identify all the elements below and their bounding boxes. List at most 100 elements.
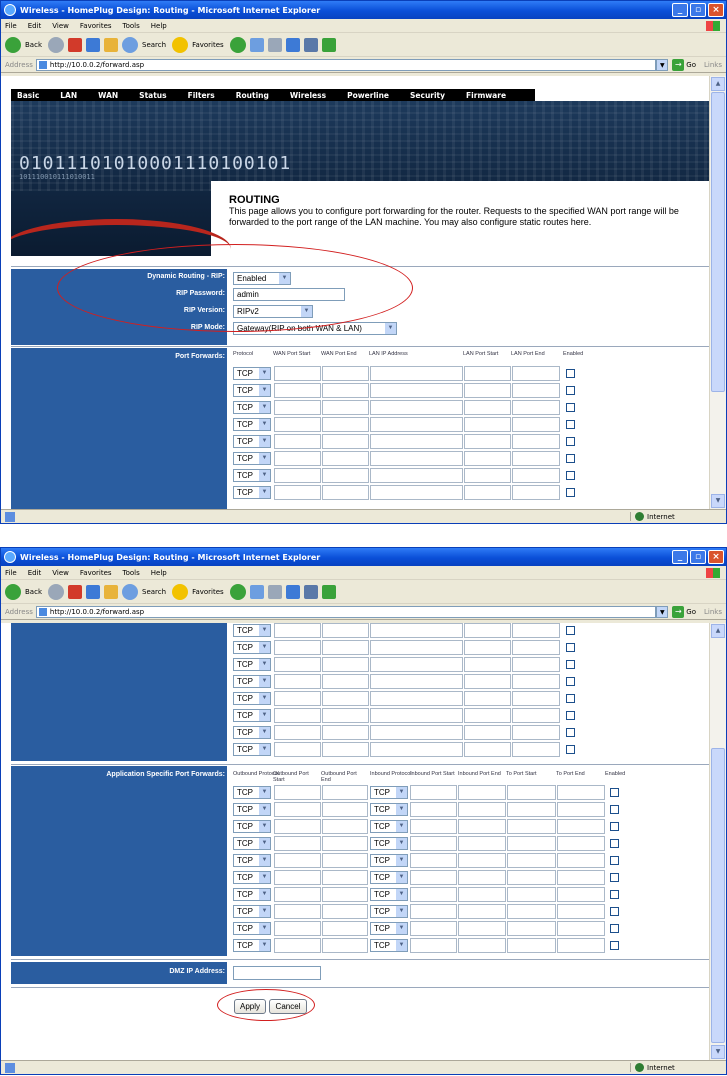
home-icon[interactable] — [104, 37, 118, 52]
pf-protocol-select[interactable]: TCP ▼ — [233, 401, 271, 414]
nav-item-wireless[interactable]: Wireless — [290, 91, 326, 100]
af-out-protocol-select[interactable]: TCP ▼ — [233, 854, 271, 867]
links-label[interactable]: Links — [704, 608, 722, 616]
favorites-label[interactable]: Favorites — [192, 588, 224, 596]
pf-cont-lan-end-input[interactable] — [512, 725, 560, 740]
af-in-protocol-select[interactable]: TCP ▼ — [370, 871, 408, 884]
refresh-icon[interactable] — [86, 37, 100, 52]
af-enabled-checkbox[interactable] — [610, 822, 619, 831]
af-out-end-input[interactable] — [322, 921, 368, 936]
pf-wan-start-input[interactable] — [274, 451, 321, 466]
chevron-down-icon[interactable]: ▼ — [259, 727, 270, 738]
home-icon[interactable] — [104, 584, 118, 599]
pf-cont-wan-end-input[interactable] — [322, 657, 369, 672]
pf-cont-enabled-checkbox[interactable] — [566, 728, 575, 737]
pf-cont-wan-start-input[interactable] — [274, 708, 321, 723]
maximize-button[interactable]: ▫ — [690, 3, 706, 17]
af-in-start-input[interactable] — [410, 938, 457, 953]
address-input[interactable]: http://10.0.0.2/forward.asp — [35, 605, 657, 618]
nav-item-filters[interactable]: Filters — [188, 91, 215, 100]
pf-cont-protocol-select[interactable]: TCP ▼ — [233, 709, 271, 722]
chevron-down-icon[interactable]: ▼ — [259, 487, 270, 498]
af-enabled-checkbox[interactable] — [610, 941, 619, 950]
pf-wan-end-input[interactable] — [322, 417, 369, 432]
af-out-end-input[interactable] — [322, 887, 368, 902]
maximize-button[interactable]: ▫ — [690, 550, 706, 564]
menu-edit[interactable]: Edit — [28, 569, 42, 577]
chevron-down-icon[interactable]: ▼ — [259, 710, 270, 721]
pf-cont-lan-end-input[interactable] — [512, 674, 560, 689]
pf-protocol-select[interactable]: TCP ▼ — [233, 384, 271, 397]
af-to-end-input[interactable] — [557, 921, 605, 936]
close-button[interactable]: × — [708, 550, 724, 564]
mail-icon[interactable] — [249, 37, 264, 52]
pf-cont-protocol-select[interactable]: TCP ▼ — [233, 624, 271, 637]
pf-wan-start-input[interactable] — [274, 383, 321, 398]
af-in-start-input[interactable] — [410, 904, 457, 919]
nav-item-firmware[interactable]: Firmware — [466, 91, 506, 100]
scroll-thumb[interactable] — [711, 92, 725, 392]
nav-item-wan[interactable]: WAN — [98, 91, 118, 100]
pf-cont-lan-ip-input[interactable] — [370, 640, 463, 655]
chevron-down-icon[interactable]: ▼ — [259, 642, 270, 653]
af-in-end-input[interactable] — [458, 921, 506, 936]
edit-icon[interactable] — [285, 37, 300, 52]
chevron-down-icon[interactable]: ▼ — [396, 940, 407, 951]
af-in-start-input[interactable] — [410, 887, 457, 902]
pf-protocol-select[interactable]: TCP ▼ — [233, 418, 271, 431]
pf-cont-lan-ip-input[interactable] — [370, 708, 463, 723]
af-in-end-input[interactable] — [458, 870, 506, 885]
af-in-start-input[interactable] — [410, 853, 457, 868]
af-to-start-input[interactable] — [507, 938, 556, 953]
af-in-end-input[interactable] — [458, 802, 506, 817]
chevron-down-icon[interactable]: ▼ — [259, 923, 270, 934]
pf-cont-protocol-select[interactable]: TCP ▼ — [233, 743, 271, 756]
pf-wan-start-input[interactable] — [274, 434, 321, 449]
af-to-end-input[interactable] — [557, 870, 605, 885]
af-to-start-input[interactable] — [507, 802, 556, 817]
nav-item-status[interactable]: Status — [139, 91, 166, 100]
pf-cont-wan-start-input[interactable] — [274, 691, 321, 706]
forward-icon[interactable] — [48, 36, 64, 53]
discuss-icon[interactable] — [303, 37, 318, 52]
pf-cont-enabled-checkbox[interactable] — [566, 643, 575, 652]
af-out-start-input[interactable] — [274, 836, 321, 851]
af-in-protocol-select[interactable]: TCP ▼ — [370, 786, 408, 799]
nav-item-routing[interactable]: Routing — [236, 91, 269, 100]
pf-cont-lan-start-input[interactable] — [464, 623, 511, 638]
rip-password-input[interactable]: admin — [233, 288, 345, 301]
af-out-end-input[interactable] — [322, 904, 368, 919]
pf-cont-enabled-checkbox[interactable] — [566, 745, 575, 754]
pf-cont-wan-end-input[interactable] — [322, 623, 369, 638]
menu-file[interactable]: File — [5, 569, 17, 577]
af-out-start-input[interactable] — [274, 870, 321, 885]
af-in-end-input[interactable] — [458, 785, 506, 800]
af-out-protocol-select[interactable]: TCP ▼ — [233, 820, 271, 833]
chevron-down-icon[interactable]: ▼ — [396, 787, 407, 798]
discuss-icon[interactable] — [303, 584, 318, 599]
af-out-protocol-select[interactable]: TCP ▼ — [233, 939, 271, 952]
pf-lan-start-input[interactable] — [464, 417, 511, 432]
search-label[interactable]: Search — [142, 588, 166, 596]
print-icon[interactable] — [267, 584, 282, 599]
af-to-start-input[interactable] — [507, 836, 556, 851]
af-out-protocol-select[interactable]: TCP ▼ — [233, 888, 271, 901]
af-in-start-input[interactable] — [410, 802, 457, 817]
pf-lan-ip-input[interactable] — [370, 451, 463, 466]
pf-lan-ip-input[interactable] — [370, 485, 463, 500]
pf-enabled-checkbox[interactable] — [566, 488, 575, 497]
af-to-end-input[interactable] — [557, 938, 605, 953]
af-to-end-input[interactable] — [557, 785, 605, 800]
chevron-down-icon[interactable]: ▼ — [259, 659, 270, 670]
pf-enabled-checkbox[interactable] — [566, 386, 575, 395]
chevron-down-icon[interactable]: ▼ — [259, 385, 270, 396]
af-out-start-input[interactable] — [274, 819, 321, 834]
back-icon[interactable] — [5, 36, 21, 53]
af-to-start-input[interactable] — [507, 853, 556, 868]
pf-lan-end-input[interactable] — [512, 417, 560, 432]
pf-enabled-checkbox[interactable] — [566, 369, 575, 378]
af-out-start-input[interactable] — [274, 785, 321, 800]
af-to-end-input[interactable] — [557, 904, 605, 919]
address-dropdown-icon[interactable]: ▼ — [656, 58, 669, 71]
pf-lan-start-input[interactable] — [464, 434, 511, 449]
